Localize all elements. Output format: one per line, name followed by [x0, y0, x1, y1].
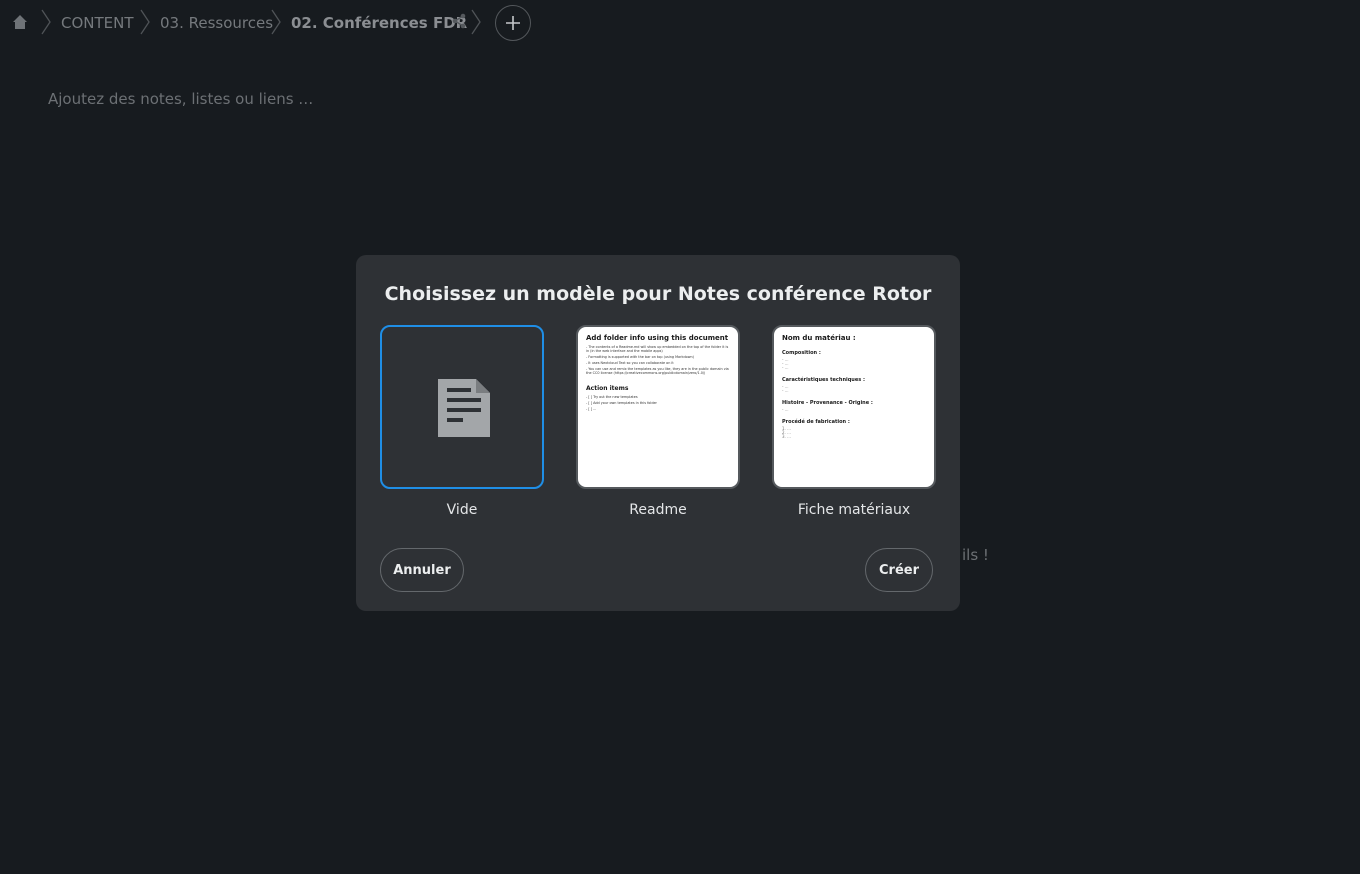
breadcrumb: CONTENT 03. Ressources 02. Conférences F…	[0, 0, 1360, 46]
dialog-title: Choisissez un modèle pour Notes conféren…	[384, 283, 932, 305]
preview-heading: Nom du matériau :	[782, 334, 856, 342]
preview-section: Caractéristiques techniques :	[782, 377, 865, 383]
cancel-button[interactable]: Annuler	[380, 548, 464, 592]
chevron-right-icon	[471, 9, 481, 35]
template-option-fiche-materiaux[interactable]: Nom du matériau : Composition : - ... - …	[772, 325, 936, 518]
template-thumbnail[interactable]: Add folder info using this document - Th…	[576, 325, 740, 489]
fiche-preview: Nom du matériau : Composition : - ... - …	[774, 327, 934, 446]
preview-section: Action items	[586, 385, 629, 392]
template-thumbnail[interactable]: Nom du matériau : Composition : - ... - …	[772, 325, 936, 489]
template-label: Vide	[446, 502, 478, 518]
template-option-empty[interactable]: Vide	[380, 325, 544, 518]
breadcrumb-current[interactable]: 02. Conférences FDR	[291, 14, 467, 32]
preview-item: - [ ] Try out the new templates	[586, 395, 638, 399]
preview-section: Procédé de fabrication :	[782, 419, 850, 425]
breadcrumb-item-ressources[interactable]: 03. Ressources	[160, 14, 273, 32]
template-label: Readme	[629, 502, 687, 518]
create-button[interactable]: Créer	[865, 548, 933, 592]
background-hint-text: ils !	[962, 546, 989, 564]
preview-line: - It uses Nextcloud Text so you can coll…	[586, 361, 674, 365]
preview-item: - [ ] Add your own templates in this fol…	[586, 401, 657, 405]
plus-icon	[506, 16, 520, 30]
preview-section: Histoire - Provenance - Origine :	[782, 400, 873, 406]
chevron-right-icon	[41, 9, 51, 35]
preview-line: - The contents of a Readme.md will show …	[586, 345, 729, 353]
document-icon	[438, 379, 490, 437]
preview-section: Composition :	[782, 350, 821, 356]
preview-line: 3. ...	[782, 434, 791, 439]
home-icon[interactable]	[12, 14, 28, 30]
template-label: Fiche matériaux	[797, 502, 911, 518]
add-new-button[interactable]	[495, 5, 531, 41]
template-option-readme[interactable]: Add folder info using this document - Th…	[576, 325, 740, 518]
template-picker-dialog: Choisissez un modèle pour Notes conféren…	[356, 255, 960, 611]
chevron-right-icon	[271, 9, 281, 35]
share-icon[interactable]	[451, 13, 467, 29]
chevron-right-icon	[140, 9, 150, 35]
preview-line: - Formatting is supported with the bar o…	[586, 355, 694, 359]
folder-notes-placeholder[interactable]: Ajoutez des notes, listes ou liens …	[48, 90, 313, 108]
template-thumbnail[interactable]	[380, 325, 544, 489]
preview-item: - [ ] ...	[586, 407, 597, 411]
preview-heading: Add folder info using this document	[586, 334, 729, 342]
preview-line: - You can use and remix the templates as…	[586, 367, 729, 375]
breadcrumb-item-content[interactable]: CONTENT	[61, 14, 134, 32]
readme-preview: Add folder info using this document - Th…	[578, 327, 738, 420]
